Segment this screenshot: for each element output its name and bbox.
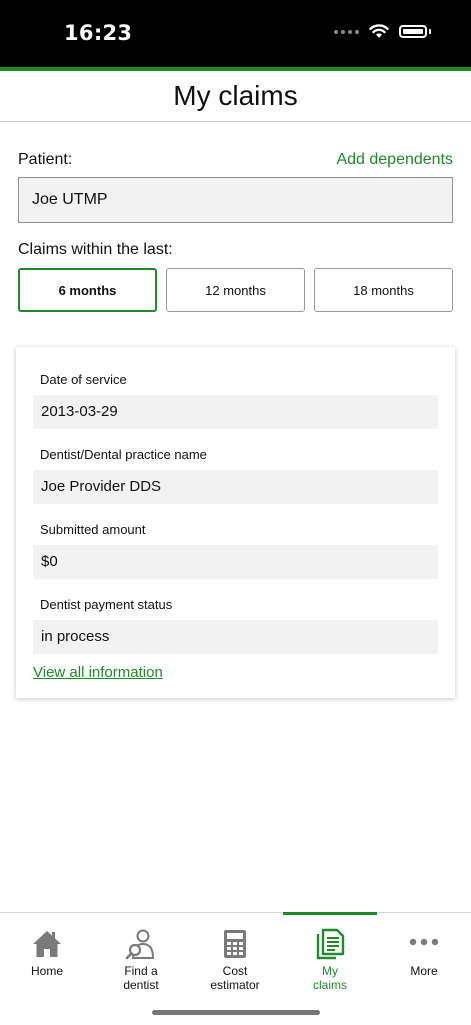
status-time: 16:23 <box>64 21 133 45</box>
patient-select[interactable]: Joe UTMP <box>18 177 453 223</box>
claims-range-toggle: 6 months 12 months 18 months <box>18 268 453 312</box>
tab-my-claims[interactable]: My claims <box>283 913 377 1003</box>
range-6-months-button[interactable]: 6 months <box>18 268 157 312</box>
calculator-icon <box>224 930 246 958</box>
claims-document-icon <box>316 928 345 960</box>
battery-tip <box>429 29 431 34</box>
claims-range-label: Claims within the last: <box>18 241 173 258</box>
payment-status-value: in process <box>33 620 438 654</box>
wifi-icon <box>369 24 389 38</box>
dentist-name-value: Joe Provider DDS <box>33 470 438 504</box>
status-bar: 16:23 <box>0 0 471 67</box>
battery-icon <box>399 25 427 38</box>
bottom-tab-bar: Home Find a dentist Cost estimator My cl… <box>0 912 471 1025</box>
tab-cost-estimator-label: Cost estimator <box>188 964 282 992</box>
tab-find-dentist-label-line2: dentist <box>123 978 159 992</box>
view-all-information-link[interactable]: View all information <box>33 664 163 681</box>
date-of-service-value: 2013-03-29 <box>33 395 438 429</box>
patient-label: Patient: <box>18 151 73 168</box>
tab-my-claims-label-line1: My <box>322 964 338 978</box>
status-icons <box>334 24 431 39</box>
tab-home[interactable]: Home <box>0 913 94 1003</box>
tab-find-dentist-label: Find a dentist <box>94 964 188 992</box>
tab-cost-estimator-label-line1: Cost <box>222 964 248 978</box>
tab-more[interactable]: More <box>377 913 471 1003</box>
page-header: My claims <box>0 71 471 122</box>
tab-cost-estimator[interactable]: Cost estimator <box>188 913 282 1003</box>
tab-find-dentist[interactable]: Find a dentist <box>94 913 188 1003</box>
home-indicator <box>152 1010 320 1015</box>
range-12-months-button[interactable]: 12 months <box>166 268 305 312</box>
home-icon <box>33 931 61 957</box>
tab-find-dentist-label-line1: Find a <box>124 964 158 978</box>
tab-home-label: Home <box>30 964 63 978</box>
dentist-name-label: Dentist/Dental practice name <box>40 447 207 462</box>
claim-card: Date of service 2013-03-29 Dentist/Denta… <box>16 347 455 698</box>
add-dependents-link[interactable]: Add dependents <box>336 151 453 169</box>
date-of-service-label: Date of service <box>40 372 127 387</box>
tab-more-label: More <box>410 964 438 978</box>
submitted-amount-value: $0 <box>33 545 438 579</box>
cellular-signal-icon <box>334 29 359 34</box>
payment-status-label: Dentist payment status <box>40 597 173 612</box>
submitted-amount-label: Submitted amount <box>40 522 146 537</box>
page-title: My claims <box>173 80 298 111</box>
tab-cost-estimator-label-line2: estimator <box>210 978 260 992</box>
tab-my-claims-label: My claims <box>283 964 377 992</box>
find-dentist-icon <box>125 929 155 960</box>
more-dots-icon <box>409 938 439 946</box>
range-18-months-button[interactable]: 18 months <box>314 268 453 312</box>
tab-my-claims-label-line2: claims <box>312 978 347 992</box>
